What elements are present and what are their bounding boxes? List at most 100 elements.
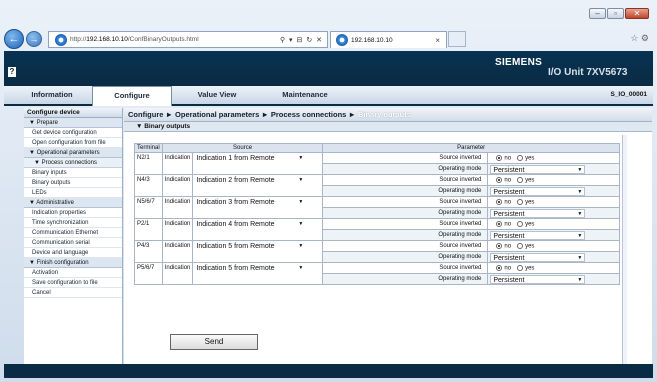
header-terminal: Terminal bbox=[134, 143, 163, 153]
source-select[interactable]: Indication 5 from Remote bbox=[195, 242, 305, 251]
source-cell: Indication 1 from Remote bbox=[192, 152, 324, 175]
browser-tab[interactable]: 192.168.10.10 × bbox=[330, 31, 447, 48]
crumb-process[interactable]: Process connections bbox=[271, 110, 346, 119]
crumb-configure[interactable]: Configure bbox=[128, 110, 163, 119]
sidebar-link[interactable]: Cancel bbox=[24, 288, 122, 298]
sidebar-link[interactable]: LEDs bbox=[24, 188, 122, 198]
sidebar-group[interactable]: ▼ Finish configuration bbox=[24, 258, 122, 268]
source-inverted-radios: no yes bbox=[487, 262, 620, 274]
radio-yes[interactable] bbox=[517, 154, 524, 161]
url-controls[interactable]: ⚲ ▾ ⊟ ↻ ✕ bbox=[280, 36, 323, 44]
source-cell: Indication 2 from Remote bbox=[192, 174, 324, 197]
nav-buttons: ← → bbox=[4, 29, 42, 49]
operating-mode-cell: Persistent bbox=[487, 163, 620, 175]
nav-maintenance[interactable]: Maintenance bbox=[262, 86, 348, 104]
help-icon[interactable]: ? bbox=[8, 67, 16, 77]
sidebar-link[interactable]: Communication Ethernet bbox=[24, 228, 122, 238]
radio-no-label: no bbox=[504, 221, 512, 228]
sidebar-link[interactable]: Save configuration to file bbox=[24, 278, 122, 288]
radio-no[interactable] bbox=[496, 220, 503, 227]
operating-mode-select[interactable]: Persistent bbox=[490, 208, 586, 219]
operating-mode-select[interactable]: Persistent bbox=[490, 230, 586, 241]
minimize-icon[interactable]: – bbox=[589, 8, 606, 19]
operating-mode-cell: Persistent bbox=[487, 229, 620, 241]
sidebar-link[interactable]: Binary inputs bbox=[24, 168, 122, 178]
operating-mode-select[interactable]: Persistent bbox=[490, 274, 586, 285]
nav-information[interactable]: Information bbox=[12, 86, 92, 104]
terminal-cell: P2/1 bbox=[134, 218, 163, 241]
nav-configure[interactable]: Configure bbox=[92, 86, 172, 106]
sidebar-group[interactable]: ▼ Process connections bbox=[24, 158, 122, 168]
radio-no[interactable] bbox=[496, 176, 503, 183]
radio-yes[interactable] bbox=[517, 176, 524, 183]
operating-mode-select[interactable]: Persistent bbox=[490, 164, 586, 175]
operating-mode-cell: Persistent bbox=[487, 251, 620, 263]
crumb-sep: ► bbox=[261, 110, 269, 119]
top-navigation: Information Configure Value View Mainten… bbox=[4, 86, 653, 106]
sidebar-link[interactable]: Activation bbox=[24, 268, 122, 278]
operating-mode-cell: Persistent bbox=[487, 185, 620, 197]
sidebar-link[interactable]: Indication properties bbox=[24, 208, 122, 218]
tab-title: 192.168.10.10 bbox=[351, 36, 393, 44]
terminal-cell: N2/1 bbox=[134, 152, 163, 175]
radio-no[interactable] bbox=[496, 154, 503, 161]
sidebar-group[interactable]: ▼ Administrative bbox=[24, 198, 122, 208]
sidebar-link[interactable]: Time synchronization bbox=[24, 218, 122, 228]
window-controls: – ▫ ✕ bbox=[589, 8, 649, 19]
header-source: Source bbox=[161, 143, 324, 153]
radio-yes[interactable] bbox=[517, 220, 524, 227]
operating-mode-label: Operating mode bbox=[322, 163, 489, 175]
table-row: N5/6/7 Indication Indication 3 from Remote… bbox=[134, 196, 620, 219]
operating-mode-cell: Persistent bbox=[487, 273, 620, 285]
table-row: P4/3IndicationIndication 5 from Remote So… bbox=[134, 240, 620, 263]
radio-no[interactable] bbox=[496, 198, 503, 205]
radio-no[interactable] bbox=[496, 242, 503, 249]
sidebar-link[interactable]: Get device configuration bbox=[24, 128, 122, 138]
source-select[interactable]: Indication 1 from Remote bbox=[195, 154, 305, 163]
source-inverted-label: Source inverted bbox=[322, 174, 489, 186]
sidebar-link[interactable]: Open configuration from file bbox=[24, 138, 122, 148]
tab-close-icon[interactable]: × bbox=[435, 36, 440, 45]
source-select[interactable]: Indication 4 from Remote bbox=[195, 220, 305, 229]
back-arrow-icon[interactable]: ← bbox=[4, 29, 24, 49]
scrollbar[interactable] bbox=[622, 135, 627, 364]
source-inverted-radios: no yes bbox=[487, 240, 620, 252]
operating-mode-select[interactable]: Persistent bbox=[490, 186, 586, 197]
terminal-cell: P4/3 bbox=[134, 240, 163, 263]
nav-value-view[interactable]: Value View bbox=[174, 86, 260, 104]
section-header[interactable]: ▼ Binary outputs bbox=[124, 122, 652, 132]
new-tab-button[interactable] bbox=[448, 31, 466, 47]
sidebar-link[interactable]: Device and language bbox=[24, 248, 122, 258]
address-bar[interactable]: http://192.168.10.10/ConfBinaryOutputs.h… bbox=[48, 31, 328, 48]
crumb-current: Binary outputs bbox=[357, 110, 411, 119]
radio-yes[interactable] bbox=[517, 198, 524, 205]
type-cell: Indication bbox=[161, 262, 194, 285]
source-inverted-label: Source inverted bbox=[322, 218, 489, 230]
send-button[interactable]: Send bbox=[170, 334, 258, 350]
close-icon[interactable]: ✕ bbox=[625, 8, 649, 19]
source-inverted-label: Source inverted bbox=[322, 262, 489, 274]
radio-no-label: no bbox=[504, 199, 512, 206]
forward-arrow-icon[interactable]: → bbox=[26, 31, 42, 47]
sidebar-group[interactable]: ▼ Prepare bbox=[24, 118, 122, 128]
source-select[interactable]: Indication 5 from Remote bbox=[195, 264, 305, 273]
toolbar-icons[interactable]: ☆ ⚙ bbox=[630, 33, 649, 44]
type-cell: Indication bbox=[161, 240, 194, 263]
sidebar-link[interactable]: Binary outputs bbox=[24, 178, 122, 188]
source-select[interactable]: Indication 3 from Remote bbox=[195, 198, 305, 207]
radio-no-label: no bbox=[504, 155, 512, 162]
sidebar-link[interactable]: Communication serial bbox=[24, 238, 122, 248]
radio-yes[interactable] bbox=[517, 242, 524, 249]
ie-page-icon bbox=[55, 33, 67, 46]
maximize-icon[interactable]: ▫ bbox=[607, 8, 624, 19]
table-row: P5/6/7 Indication Indication 5 from Remote… bbox=[134, 262, 620, 285]
crumb-operational[interactable]: Operational parameters bbox=[175, 110, 259, 119]
source-select[interactable]: Indication 2 from Remote bbox=[195, 176, 305, 185]
radio-yes[interactable] bbox=[517, 264, 524, 271]
source-inverted-label: Source inverted bbox=[322, 196, 489, 208]
sidebar-group[interactable]: ▼ Operational parameters bbox=[24, 148, 122, 158]
header-parameter: Parameter bbox=[322, 143, 620, 153]
main-panel: Configure ► Operational parameters ► Pro… bbox=[124, 108, 652, 364]
radio-no[interactable] bbox=[496, 264, 503, 271]
operating-mode-select[interactable]: Persistent bbox=[490, 252, 586, 263]
